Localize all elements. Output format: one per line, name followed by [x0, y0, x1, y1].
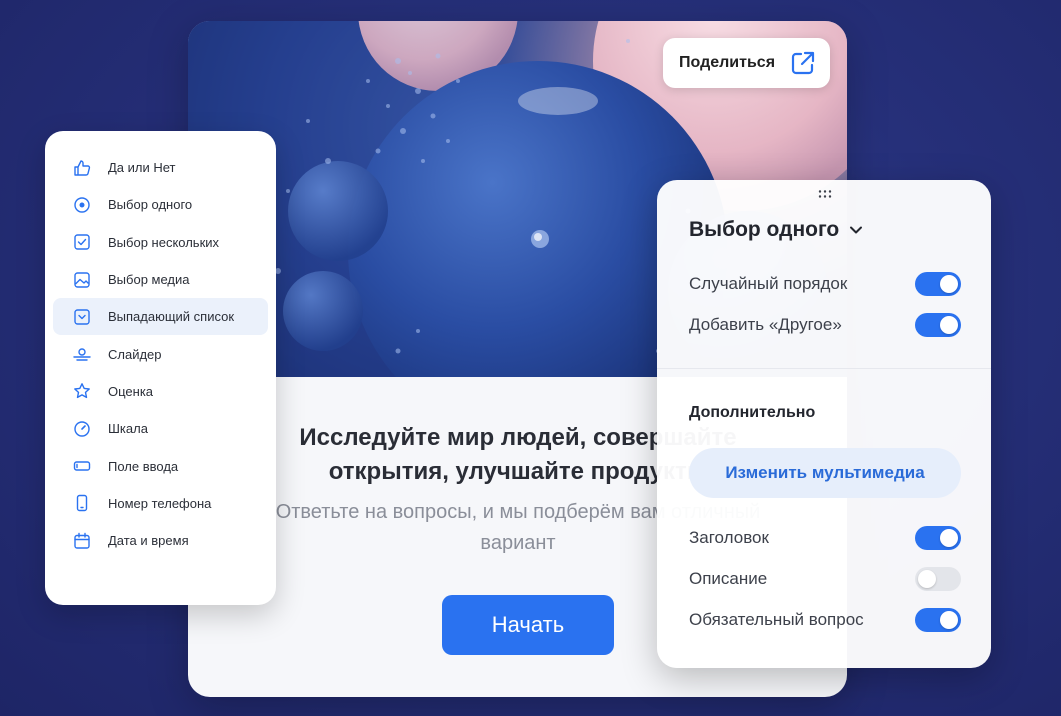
random-order-label: Случайный порядок: [689, 274, 848, 293]
required-toggle[interactable]: [915, 608, 961, 632]
type-item-label: Выбор одного: [108, 197, 193, 213]
type-item-label: Выбор нескольких: [108, 234, 220, 250]
type-item-scale[interactable]: Шкала: [53, 410, 268, 447]
type-item-yes-no[interactable]: Да или Нет: [53, 149, 268, 186]
required-label: Обязательный вопрос: [689, 610, 864, 629]
type-item-label: Номер телефона: [108, 495, 212, 511]
add-other-toggle[interactable]: [915, 313, 961, 337]
drag-handle-icon[interactable]: [817, 189, 833, 199]
description-toggle[interactable]: [915, 567, 961, 591]
type-item-label: Слайдер: [108, 346, 162, 362]
type-item-input-field[interactable]: Поле ввода: [53, 447, 268, 484]
type-item-date-time[interactable]: Дата и время: [53, 522, 268, 559]
type-item-label: Выбор медиа: [108, 272, 190, 288]
start-button[interactable]: Начать: [442, 595, 614, 655]
type-item-phone[interactable]: Номер телефона: [53, 485, 268, 522]
external-link-icon: [791, 51, 815, 75]
question-type-list: Да или Нет Выбор одного Выбор нескольких…: [45, 131, 276, 605]
gauge-icon: [74, 421, 90, 437]
dropdown-icon: [74, 309, 90, 325]
image-icon: [74, 271, 90, 288]
question-type-title: Выбор одного: [689, 218, 840, 241]
divider: [657, 368, 991, 369]
heading-row: Заголовок: [689, 526, 961, 550]
thumbs-up-icon: [74, 159, 91, 176]
question-settings-panel: Выбор одного Случайный порядок Добавить …: [657, 180, 991, 668]
type-item-dropdown[interactable]: Выпадающий список: [53, 298, 268, 336]
chevron-down-icon: [850, 226, 863, 234]
description-row: Описание: [689, 567, 961, 591]
add-other-label: Добавить «Другое»: [689, 315, 842, 334]
description-label: Описание: [689, 569, 768, 588]
random-order-toggle[interactable]: [915, 272, 961, 296]
required-row: Обязательный вопрос: [689, 608, 961, 632]
type-item-media-choice[interactable]: Выбор медиа: [53, 261, 268, 298]
type-item-label: Дата и время: [108, 533, 189, 549]
checkbox-icon: [74, 234, 90, 250]
type-item-label: Шкала: [108, 421, 148, 437]
input-field-icon: [73, 461, 91, 471]
phone-icon: [76, 495, 88, 512]
type-item-label: Да или Нет: [108, 160, 176, 176]
type-item-slider[interactable]: Слайдер: [53, 335, 268, 372]
advanced-section-title: Дополнительно: [689, 404, 816, 421]
calendar-icon: [74, 532, 90, 549]
radio-icon: [74, 197, 90, 213]
type-item-label: Оценка: [108, 383, 154, 399]
type-item-label: Поле ввода: [108, 458, 179, 474]
add-other-row: Добавить «Другое»: [689, 313, 961, 337]
type-item-single-choice[interactable]: Выбор одного: [53, 186, 268, 223]
type-item-label: Выпадающий список: [108, 309, 235, 325]
question-type-selector[interactable]: Выбор одного: [689, 218, 863, 242]
share-button-label: Поделиться: [679, 54, 776, 71]
type-item-multiple-choice[interactable]: Выбор нескольких: [53, 224, 268, 261]
random-order-row: Случайный порядок: [689, 272, 961, 296]
heading-toggle[interactable]: [915, 526, 961, 550]
change-media-button[interactable]: Изменить мультимедиа: [689, 448, 961, 498]
star-icon: [74, 383, 90, 399]
share-button[interactable]: Поделиться: [663, 38, 830, 88]
type-item-rating[interactable]: Оценка: [53, 373, 268, 410]
slider-icon: [73, 348, 91, 361]
heading-label: Заголовок: [689, 528, 769, 547]
